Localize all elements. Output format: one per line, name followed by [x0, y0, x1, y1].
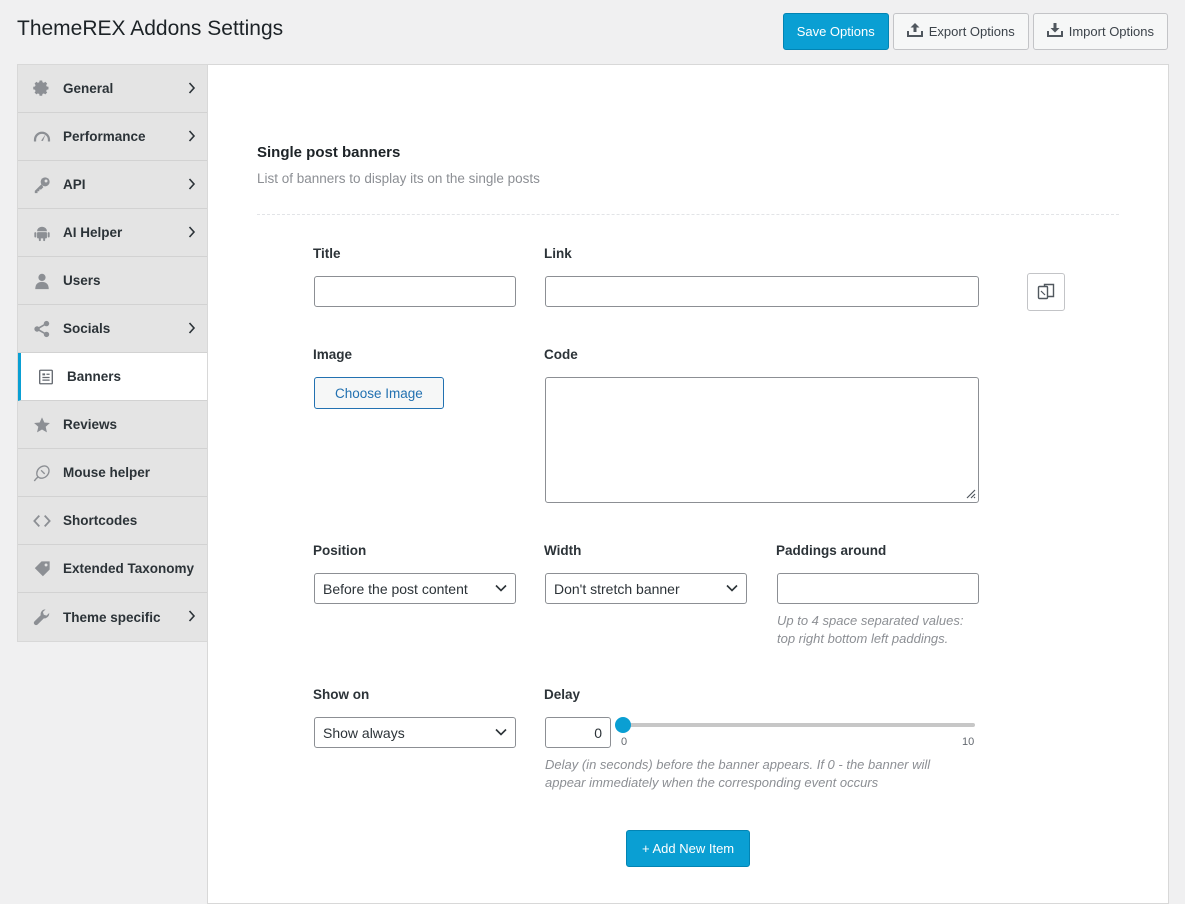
- delay-min-tick: 0: [621, 736, 628, 748]
- sidebar-item-shortcodes[interactable]: Shortcodes: [18, 497, 208, 545]
- import-options-label: Import Options: [1068, 24, 1154, 39]
- top-actions: Save Options Export Options Import Optio…: [782, 13, 1168, 50]
- sidebar-item-label: Shortcodes: [63, 513, 138, 528]
- chevron-right-icon: [188, 610, 196, 622]
- sidebar-item-reviews[interactable]: Reviews: [18, 401, 208, 449]
- sidebar-item-banners[interactable]: Banners: [18, 353, 209, 401]
- code-textarea[interactable]: [545, 377, 979, 503]
- delay-label: Delay: [544, 687, 581, 702]
- section-title: Single post banners: [257, 144, 401, 161]
- choose-image-button[interactable]: Choose Image: [314, 377, 444, 409]
- sidebar-item-ai-helper[interactable]: AI Helper: [18, 209, 208, 257]
- paddings-hint: Up to 4 space separated values: top righ…: [777, 612, 963, 648]
- download-icon: [1046, 23, 1063, 40]
- sidebar-item-api[interactable]: API: [18, 161, 208, 209]
- title-label: Title: [313, 246, 341, 261]
- paddings-input[interactable]: [777, 573, 979, 604]
- share-icon: [32, 319, 52, 339]
- code-label: Code: [544, 347, 578, 362]
- link-input[interactable]: [545, 276, 979, 307]
- position-select[interactable]: Before the post content: [314, 573, 516, 604]
- paddings-hint-line: top right bottom left paddings.: [777, 631, 949, 646]
- delay-input[interactable]: [545, 717, 611, 748]
- wrench-icon: [32, 607, 52, 627]
- gear-icon: [32, 79, 52, 99]
- chevron-right-icon: [188, 130, 196, 142]
- key-icon: [32, 175, 52, 195]
- resize-handle-icon[interactable]: [964, 487, 976, 499]
- delay-slider-thumb[interactable]: [615, 717, 631, 733]
- star-icon: [32, 415, 52, 435]
- copy-icon: [1037, 283, 1055, 300]
- chevron-right-icon: [188, 178, 196, 190]
- sidebar-item-extended-taxonomy[interactable]: Extended Taxonomy: [18, 545, 208, 593]
- chevron-right-icon: [188, 226, 196, 238]
- page-title: ThemeREX Addons Settings: [17, 17, 284, 40]
- position-label: Position: [313, 543, 367, 558]
- delay-slider-track[interactable]: [623, 723, 975, 727]
- show-on-select-value: Show always: [323, 724, 405, 741]
- width-select-value: Don't stretch banner: [554, 580, 680, 597]
- paddings-label: Paddings around: [776, 543, 887, 558]
- paddings-hint-line: Up to 4 space separated values:: [777, 613, 964, 628]
- sidebar-item-label: Socials: [63, 321, 111, 336]
- settings-sidebar: General Performance API AI Helper Users …: [17, 64, 209, 642]
- show-on-select[interactable]: Show always: [314, 717, 516, 748]
- sidebar-item-performance[interactable]: Performance: [18, 113, 208, 161]
- clone-item-button[interactable]: [1027, 273, 1065, 311]
- position-select-value: Before the post content: [323, 580, 468, 597]
- image-label: Image: [313, 347, 353, 362]
- chevron-right-icon: [188, 322, 196, 334]
- settings-panel: Single post banners List of banners to d…: [207, 64, 1169, 904]
- chevron-right-icon: [188, 82, 196, 94]
- android-icon: [32, 223, 52, 243]
- sidebar-item-label: Theme specific: [63, 609, 161, 625]
- width-select[interactable]: Don't stretch banner: [545, 573, 747, 604]
- delay-hint: Delay (in seconds) before the banner app…: [545, 756, 930, 792]
- link-label: Link: [544, 246, 572, 261]
- tag-icon: [32, 559, 52, 579]
- delay-max-tick: 10: [962, 736, 975, 748]
- code-icon: [32, 511, 52, 531]
- import-options-button[interactable]: Import Options: [1032, 13, 1168, 50]
- sidebar-item-label: AI Helper: [63, 225, 123, 240]
- sidebar-item-label: Users: [63, 273, 101, 288]
- width-label: Width: [544, 543, 582, 558]
- export-options-label: Export Options: [928, 24, 1015, 39]
- chevron-down-icon: [495, 584, 507, 592]
- sidebar-item-socials[interactable]: Socials: [18, 305, 208, 353]
- sidebar-item-label: Performance: [63, 129, 146, 144]
- sidebar-item-general[interactable]: General: [18, 65, 208, 113]
- delay-hint-line: Delay (in seconds) before the banner app…: [545, 757, 931, 772]
- delay-hint-line: appear immediately when the correspondin…: [545, 775, 879, 790]
- sidebar-item-label: General: [63, 81, 114, 96]
- sidebar-item-label: Extended Taxonomy: [63, 561, 195, 576]
- title-input[interactable]: [314, 276, 516, 307]
- add-new-item-button[interactable]: + Add New Item: [626, 830, 751, 867]
- sidebar-item-users[interactable]: Users: [18, 257, 208, 305]
- user-icon: [32, 271, 52, 291]
- chevron-down-icon: [495, 728, 507, 736]
- mouse-icon: [32, 463, 52, 483]
- banner-icon: [36, 367, 56, 387]
- sidebar-item-label: Reviews: [63, 417, 118, 432]
- chevron-down-icon: [726, 584, 738, 592]
- section-description: List of banners to display its on the si…: [257, 171, 540, 186]
- section-divider: [257, 214, 1119, 215]
- upload-icon: [906, 23, 923, 40]
- save-options-button[interactable]: Save Options: [782, 13, 889, 50]
- sidebar-item-mouse-helper[interactable]: Mouse helper: [18, 449, 208, 497]
- sidebar-item-theme-specific[interactable]: Theme specific: [18, 593, 208, 641]
- sidebar-item-label: Mouse helper: [63, 465, 151, 480]
- gauge-icon: [32, 127, 52, 147]
- export-options-button[interactable]: Export Options: [892, 13, 1029, 50]
- sidebar-item-label: API: [63, 177, 86, 192]
- sidebar-item-label: Banners: [67, 369, 122, 384]
- show-on-label: Show on: [313, 687, 370, 702]
